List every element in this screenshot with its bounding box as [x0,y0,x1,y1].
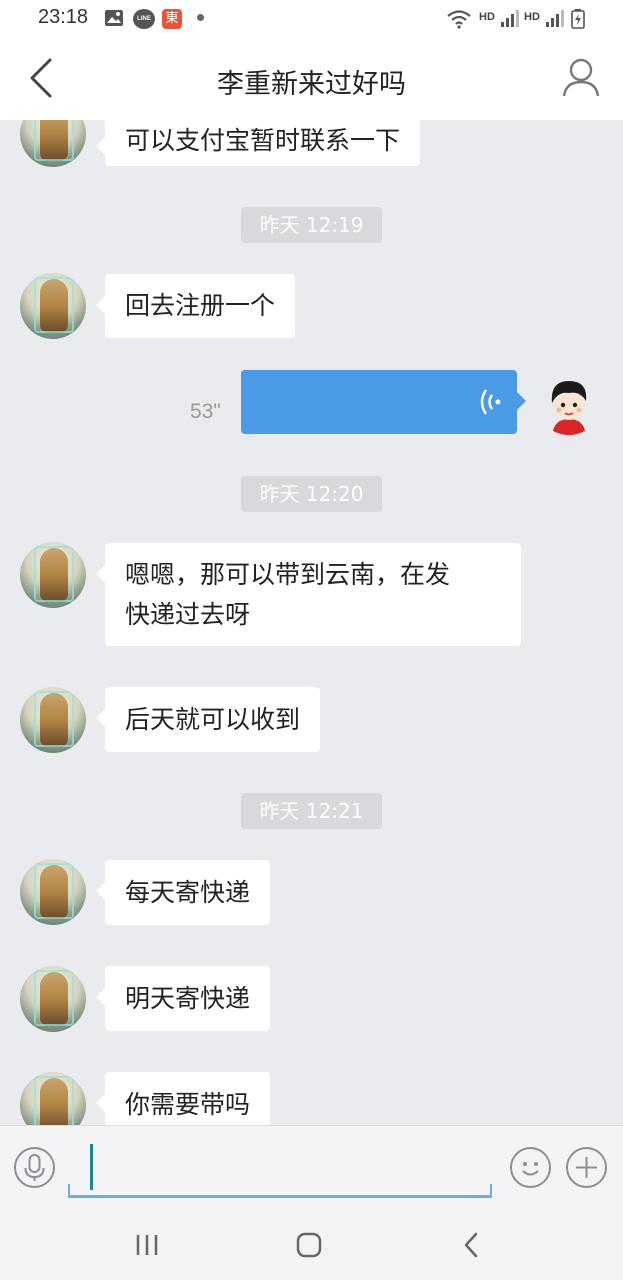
contact-avatar[interactable] [20,966,86,1032]
message-bubble[interactable]: 明天寄快递 [95,966,271,1031]
contact-avatar[interactable] [20,273,86,339]
profile-button[interactable] [561,56,601,98]
input-bar [0,1125,623,1210]
message-bubble[interactable]: 嗯嗯，那可以带到云南，在发 快递过去呀 [96,543,521,646]
system-back-button[interactable] [452,1226,492,1264]
more-options-button[interactable] [566,1147,607,1188]
voice-input-button[interactable] [14,1147,55,1188]
chat-header: 李重新来过好吗 [0,38,623,120]
message-text-line: 快递过去呀 [125,600,251,629]
back-button[interactable] [22,54,62,102]
wifi-icon [447,10,471,29]
timestamp-chip: 昨天 12:21 [241,793,382,829]
home-button[interactable] [289,1226,329,1264]
cartoon-avatar-icon [536,369,602,435]
status-time: 23:18 [38,6,89,28]
contact-avatar[interactable] [20,859,86,925]
plus-icon [576,1157,597,1178]
microphone-icon [24,1154,45,1181]
back-icon [464,1232,478,1258]
hd-label-1: HD [479,11,495,23]
emoji-button[interactable] [510,1147,551,1188]
message-text: 你需要带吗 [125,1089,251,1119]
message-text: 明天寄快递 [125,983,251,1013]
voice-message-bubble[interactable] [241,370,526,434]
signal-icon [501,10,519,27]
dot-icon [197,14,204,21]
hd-label-2: HD [524,11,540,23]
timestamp-text: 昨天 12:19 [259,213,364,237]
battery-icon [571,9,585,29]
app-icon-label: 東 [165,11,179,26]
contact-avatar[interactable] [20,687,86,753]
text-cursor [90,1144,93,1190]
timestamp-text: 昨天 12:21 [259,799,364,823]
message-text: 每天寄快递 [125,877,251,907]
signal-icon-2 [546,10,564,27]
recents-button[interactable] [127,1226,167,1264]
message-bubble[interactable]: 回去注册一个 [95,274,296,338]
line-icon: LINE [133,9,155,29]
voice-wave-icon [480,389,501,415]
system-nav-bar [0,1210,623,1280]
message-text-line: 嗯嗯，那可以带到云南，在发 [125,560,451,589]
message-text: 后天就可以收到 [125,704,301,734]
message-bubble[interactable]: 你需要带吗 [95,1072,271,1125]
home-icon [296,1232,322,1258]
app-icon: 東 [162,9,182,29]
message-bubble[interactable]: 可以支付宝暂时联系一下 [95,120,421,166]
gallery-icon [105,10,123,26]
message-list[interactable]: 可以支付宝暂时联系一下 昨天 12:19 回去注册一个 53" 昨天 12:20… [0,120,623,1125]
message-input[interactable] [68,1140,492,1197]
page-title: 李重新来过好吗 [217,69,406,100]
contact-avatar[interactable] [20,542,86,608]
my-avatar[interactable] [536,369,602,435]
message-bubble[interactable]: 后天就可以收到 [95,687,321,752]
smiley-icon [522,1162,539,1176]
message-text: 回去注册一个 [125,291,276,320]
line-icon-label: LINE [137,16,151,22]
message-text: 可以支付宝暂时联系一下 [125,125,401,155]
recents-icon [136,1235,158,1255]
timestamp-chip: 昨天 12:20 [241,476,382,512]
contact-avatar[interactable] [20,1072,86,1125]
chevron-left-icon [30,58,52,98]
contact-avatar[interactable] [20,120,86,167]
timestamp-text: 昨天 12:20 [259,482,364,506]
status-bar: 23:18 LINE 東 HD HD [0,0,623,38]
voice-duration: 53" [190,400,221,423]
timestamp-chip: 昨天 12:19 [241,207,382,243]
message-bubble[interactable]: 每天寄快递 [95,860,271,925]
person-icon [562,58,600,97]
